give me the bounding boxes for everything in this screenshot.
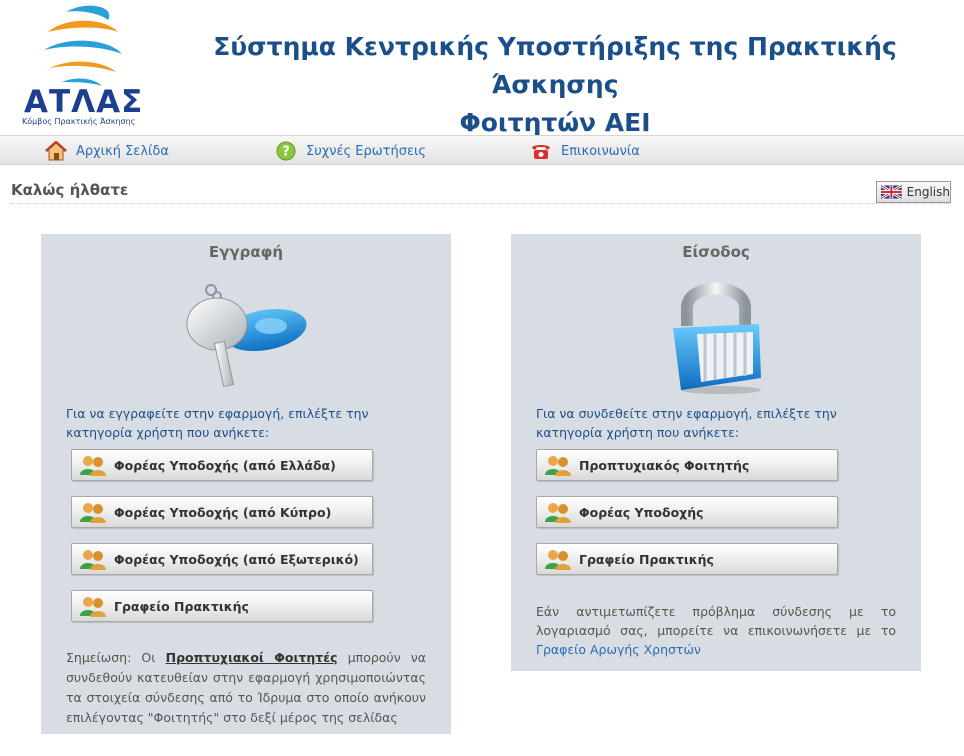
uk-flag-icon — [881, 185, 902, 199]
phone-icon — [530, 140, 552, 162]
note-prefix: Σημείωση: Οι — [66, 650, 156, 665]
login-button-label: Γραφείο Πρακτικής — [579, 551, 714, 567]
atlas-logo[interactable]: ΑΤΛΑΣ Κόμβος Πρακτικής Άσκησης — [20, 2, 145, 128]
logo-name: ΑΤΛΑΣ — [24, 84, 144, 120]
english-language-button[interactable]: English — [876, 181, 951, 203]
key-icon — [186, 284, 307, 388]
login-button-label: Προπτυχιακός Φοιτητής — [579, 457, 750, 473]
register-note: Σημείωση: Οι Προπτυχιακοί Φοιτητές μπορο… — [66, 648, 426, 728]
register-button-label: Φορέας Υποδοχής (από Κύπρο) — [114, 504, 332, 520]
nav-faq[interactable]: ? Συχνές Ερωτήσεις — [275, 136, 426, 166]
login-title: Είσοδος — [682, 243, 750, 261]
helpdesk-link[interactable]: Γραφείο Αρωγής Χρηστών — [536, 642, 701, 657]
undergrad-students-link[interactable]: Προπτυχιακοί Φοιτητές — [166, 650, 338, 665]
users-icon — [545, 550, 571, 570]
header: ΑΤΛΑΣ Κόμβος Πρακτικής Άσκησης Σύστημα Κ… — [0, 0, 964, 137]
login-panel: Είσοδος Για να συνδεθείτε στην εφαρμογή,… — [511, 234, 921, 671]
register-host-cyprus-button[interactable]: Φορέας Υποδοχής (από Κύπρο) — [71, 496, 373, 528]
padlock-icon — [673, 282, 761, 394]
nav-home[interactable]: Αρχική Σελίδα — [45, 136, 169, 166]
login-internship-office-button[interactable]: Γραφείο Πρακτικής — [536, 543, 838, 575]
users-icon — [545, 503, 571, 523]
welcome-heading: Καλώς ήλθατε — [11, 181, 129, 199]
users-icon — [80, 456, 106, 476]
login-undergrad-student-button[interactable]: Προπτυχιακός Φοιτητής — [536, 449, 838, 481]
site-title-line1: Σύστημα Κεντρικής Υποστήριξης της Πρακτι… — [213, 32, 897, 99]
divider — [11, 203, 951, 204]
register-panel: Εγγραφή Για να εγγραφείτε στην εφαρμογή,… — [41, 234, 451, 734]
nav-home-label: Αρχική Σελίδα — [76, 143, 169, 159]
register-button-label: Φορέας Υποδοχής (από Εξωτερικό) — [114, 551, 359, 567]
top-navbar: Αρχική Σελίδα ? Συχνές Ερωτήσεις Επικοιν… — [0, 135, 964, 165]
help-text: Εάν αντιμετωπίζετε πρόβλημα σύνδεσης με … — [536, 604, 896, 638]
register-host-abroad-button[interactable]: Φορέας Υποδοχής (από Εξωτερικό) — [71, 543, 373, 575]
atlas-swirl-icon — [44, 5, 122, 86]
register-title: Εγγραφή — [208, 243, 284, 261]
users-icon — [80, 503, 106, 523]
register-button-label: Φορέας Υποδοχής (από Ελλάδα) — [114, 457, 336, 473]
login-host-organization-button[interactable]: Φορέας Υποδοχής — [536, 496, 838, 528]
nav-contact-label: Επικοινωνία — [561, 143, 640, 159]
login-button-label: Φορέας Υποδοχής — [579, 504, 704, 520]
users-icon — [80, 550, 106, 570]
english-label: English — [906, 185, 950, 199]
login-help-note: Εάν αντιμετωπίζετε πρόβλημα σύνδεσης με … — [536, 602, 896, 659]
nav-faq-label: Συχνές Ερωτήσεις — [306, 143, 427, 159]
register-host-greece-button[interactable]: Φορέας Υποδοχής (από Ελλάδα) — [71, 449, 373, 481]
logo-subtitle: Κόμβος Πρακτικής Άσκησης — [22, 117, 136, 126]
nav-contact[interactable]: Επικοινωνία — [530, 136, 640, 166]
users-icon — [80, 597, 106, 617]
users-icon — [545, 456, 571, 476]
register-internship-office-button[interactable]: Γραφείο Πρακτικής — [71, 590, 373, 622]
site-title: Σύστημα Κεντρικής Υποστήριξης της Πρακτι… — [160, 28, 950, 142]
register-button-label: Γραφείο Πρακτικής — [114, 598, 249, 614]
home-icon — [45, 140, 67, 162]
register-intro: Για να εγγραφείτε στην εφαρμογή, επιλέξτ… — [66, 406, 369, 440]
svg-text:?: ? — [282, 145, 290, 160]
login-intro: Για να συνδεθείτε στην εφαρμογή, επιλέξτ… — [536, 406, 837, 440]
help-icon: ? — [275, 140, 297, 162]
